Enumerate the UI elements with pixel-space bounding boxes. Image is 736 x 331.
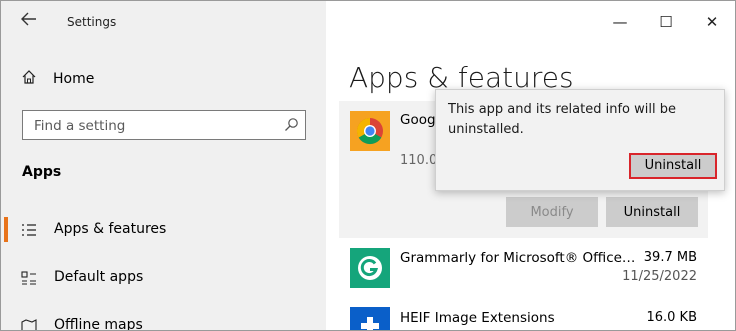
default-apps-icon	[21, 271, 37, 290]
settings-window: Settings Home Find a setting Apps Apps &…	[0, 0, 736, 331]
app-name: Grammarly for Microsoft® Office…	[400, 250, 636, 266]
home-icon	[21, 69, 37, 89]
popup-message: This app and its related info will be un…	[448, 102, 676, 137]
confirm-uninstall-button[interactable]: Uninstall	[629, 153, 717, 179]
chrome-icon	[350, 111, 390, 151]
heif-icon	[350, 307, 390, 330]
back-arrow-icon[interactable]	[21, 11, 37, 30]
sidebar-item-default-apps[interactable]: Default apps	[1, 262, 326, 294]
uninstall-button[interactable]: Uninstall	[606, 197, 698, 227]
close-button[interactable]: ✕	[689, 1, 735, 43]
app-size: 16.0 KB	[646, 310, 697, 325]
app-name: Goog	[400, 112, 436, 128]
window-title: Settings	[67, 15, 117, 29]
list-icon	[21, 223, 37, 242]
app-size: 39.7 MB	[643, 250, 697, 265]
search-icon	[283, 117, 299, 137]
sidebar-item-home[interactable]: Home	[21, 69, 94, 89]
minimize-button[interactable]: —	[597, 1, 643, 43]
search-placeholder: Find a setting	[34, 118, 126, 134]
sidebar: Settings Home Find a setting Apps Apps &…	[1, 1, 326, 331]
section-title: Apps	[22, 164, 62, 180]
modify-button[interactable]: Modify	[506, 197, 598, 227]
search-input[interactable]: Find a setting	[22, 110, 306, 140]
sidebar-item-apps-features[interactable]: Apps & features	[1, 214, 326, 246]
sidebar-item-label: Apps & features	[54, 221, 167, 237]
maximize-button[interactable]: ☐	[643, 1, 689, 43]
window-controls: — ☐ ✕	[597, 1, 735, 43]
app-date: 11/25/2022	[622, 269, 697, 284]
sidebar-item-offline-maps[interactable]: Offline maps	[1, 310, 326, 331]
sidebar-item-label: Offline maps	[54, 317, 143, 331]
grammarly-icon	[350, 248, 390, 288]
uninstall-confirm-popup: This app and its related info will be un…	[435, 89, 725, 191]
map-icon	[21, 319, 37, 330]
sidebar-item-label: Home	[53, 71, 95, 87]
app-name: HEIF Image Extensions	[400, 310, 555, 326]
sidebar-item-label: Default apps	[54, 269, 144, 285]
